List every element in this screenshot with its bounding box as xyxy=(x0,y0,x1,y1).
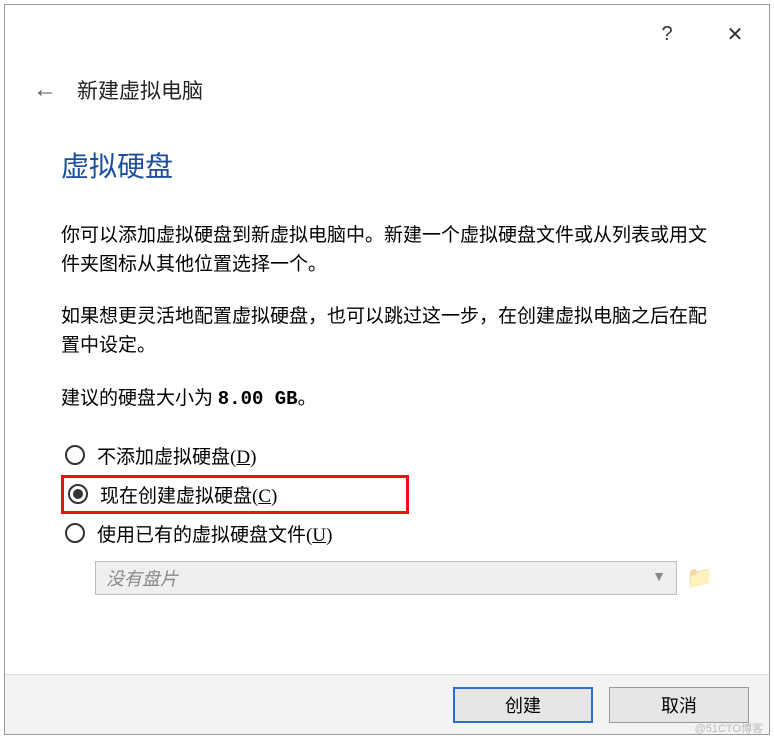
help-icon[interactable]: ? xyxy=(647,16,687,52)
wizard-title: 新建虚拟电脑 xyxy=(77,75,203,105)
recommended-size: 建议的硬盘大小为 8.00 GB。 xyxy=(61,383,713,410)
radio-label: 现在创建虚拟硬盘(C) xyxy=(100,481,277,508)
description-2: 如果想更灵活地配置虚拟硬盘，也可以跳过这一步，在创建虚拟电脑之后在配置中设定。 xyxy=(61,302,713,361)
radio-label: 不添加虚拟硬盘(D) xyxy=(97,442,256,469)
disk-option-1[interactable]: 现在创建虚拟硬盘(C) xyxy=(61,475,409,514)
section-title: 虚拟硬盘 xyxy=(61,145,713,185)
content-area: 虚拟硬盘 你可以添加虚拟硬盘到新虚拟电脑中。新建一个虚拟硬盘文件或从列表或用文件… xyxy=(5,115,769,605)
size-prefix: 建议的硬盘大小为 xyxy=(61,388,218,409)
disk-option-0[interactable]: 不添加虚拟硬盘(D) xyxy=(61,436,713,475)
combo-placeholder: 没有盘片 xyxy=(106,565,178,591)
chevron-down-icon: ▼ xyxy=(652,570,666,586)
radio-label: 使用已有的虚拟硬盘文件(U) xyxy=(97,520,332,547)
size-value: 8.00 GB xyxy=(218,388,298,410)
disk-option-2[interactable]: 使用已有的虚拟硬盘文件(U) xyxy=(61,514,713,553)
radio-icon[interactable] xyxy=(65,445,85,465)
radio-icon[interactable] xyxy=(68,484,88,504)
disk-option-group: 不添加虚拟硬盘(D) 现在创建虚拟硬盘(C) 使用已有的虚拟硬盘文件(U) xyxy=(61,436,713,553)
description-1: 你可以添加虚拟硬盘到新虚拟电脑中。新建一个虚拟硬盘文件或从列表或用文件夹图标从其… xyxy=(61,221,713,280)
cancel-button[interactable]: 取消 xyxy=(609,687,749,723)
close-icon[interactable]: ✕ xyxy=(715,16,755,52)
back-arrow-icon[interactable]: ← xyxy=(33,78,57,102)
watermark: @51CTO博客 xyxy=(695,720,763,736)
size-suffix: 。 xyxy=(298,388,317,409)
browse-folder-icon: 📁 xyxy=(687,565,713,591)
dialog-footer: 创建 取消 xyxy=(5,674,769,734)
disk-file-combo: 没有盘片 ▼ xyxy=(95,561,677,595)
dialog-window: ? ✕ ← 新建虚拟电脑 虚拟硬盘 你可以添加虚拟硬盘到新虚拟电脑中。新建一个虚… xyxy=(4,4,770,735)
create-button[interactable]: 创建 xyxy=(453,687,593,723)
radio-icon[interactable] xyxy=(65,523,85,543)
wizard-header: ← 新建虚拟电脑 xyxy=(5,55,769,115)
existing-disk-row: 没有盘片 ▼ 📁 xyxy=(95,561,713,595)
titlebar: ? ✕ xyxy=(5,5,769,55)
